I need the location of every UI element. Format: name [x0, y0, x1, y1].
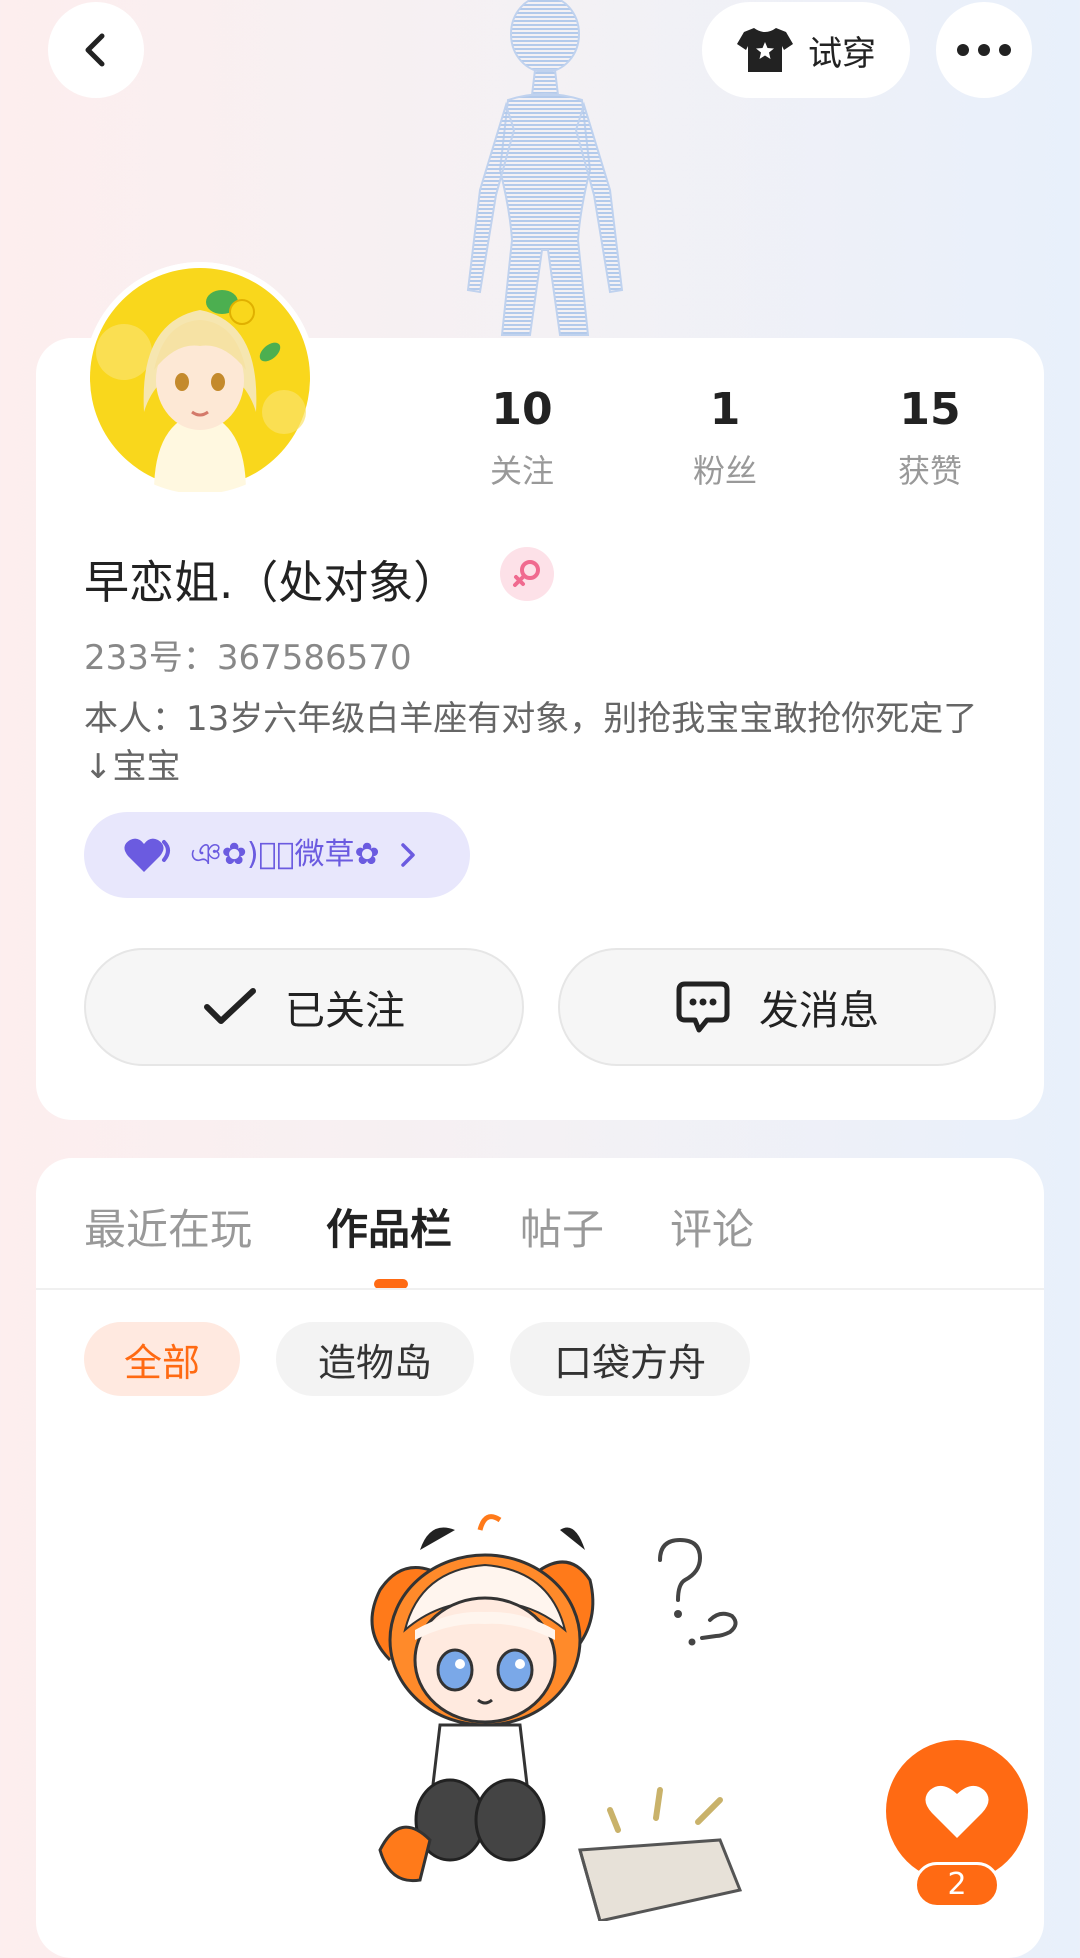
filter-all[interactable]: 全部: [84, 1322, 240, 1396]
tab-recently-played[interactable]: 最近在玩: [84, 1196, 252, 1257]
more-horizontal-icon: [957, 44, 1011, 56]
avatar-figure-decoration: [466, 0, 624, 336]
more-button[interactable]: [936, 2, 1032, 98]
like-count-badge: 2: [914, 1862, 1000, 1908]
tab-posts[interactable]: 帖子: [520, 1196, 604, 1257]
try-on-label: 试穿: [808, 33, 876, 74]
female-icon: [513, 560, 540, 587]
user-nickname: 早恋姐.（处对象）: [84, 556, 459, 609]
followed-label: 已关注: [285, 988, 405, 1034]
group-label: ঞ✿)ृ⃝微草✿: [190, 837, 380, 872]
send-message-label: 发消息: [759, 988, 879, 1034]
tab-divider: [36, 1288, 1044, 1290]
check-icon: [204, 988, 256, 1024]
try-on-button[interactable]: 试穿: [702, 2, 910, 98]
followers-label[interactable]: 粉丝: [645, 446, 805, 492]
heart-icon: [124, 838, 170, 872]
filter-creation-island[interactable]: 造物岛: [276, 1322, 474, 1396]
like-button[interactable]: [886, 1740, 1028, 1882]
back-button[interactable]: [48, 2, 144, 98]
user-bio: 本人：13岁六年级白羊座有对象，别抢我宝宝敢抢你死定了↓宝宝: [84, 699, 978, 787]
empty-state-illustration: [370, 1514, 743, 1921]
shirt-icon: [737, 28, 793, 72]
following-count[interactable]: 10: [442, 384, 602, 435]
tab-comments[interactable]: 评论: [670, 1196, 754, 1257]
tab-works[interactable]: 作品栏: [326, 1196, 452, 1257]
filter-pocket-ark[interactable]: 口袋方舟: [510, 1322, 750, 1396]
likes-count[interactable]: 15: [850, 384, 1010, 435]
following-label[interactable]: 关注: [442, 446, 602, 492]
heart-icon: [925, 1785, 989, 1838]
followed-button[interactable]: 已关注: [84, 948, 524, 1066]
send-message-button[interactable]: 发消息: [558, 948, 996, 1066]
likes-label[interactable]: 获赞: [850, 446, 1010, 492]
gender-badge: [500, 547, 554, 601]
chat-bubble-icon: [676, 981, 730, 1033]
group-pill[interactable]: ঞ✿)ृ⃝微草✿: [84, 812, 470, 898]
avatar[interactable]: [84, 262, 316, 494]
chevron-left-icon: [85, 33, 105, 67]
chevron-right-icon: [400, 843, 415, 867]
user-id: 233号：367586570: [84, 638, 412, 678]
followers-count[interactable]: 1: [645, 384, 805, 435]
